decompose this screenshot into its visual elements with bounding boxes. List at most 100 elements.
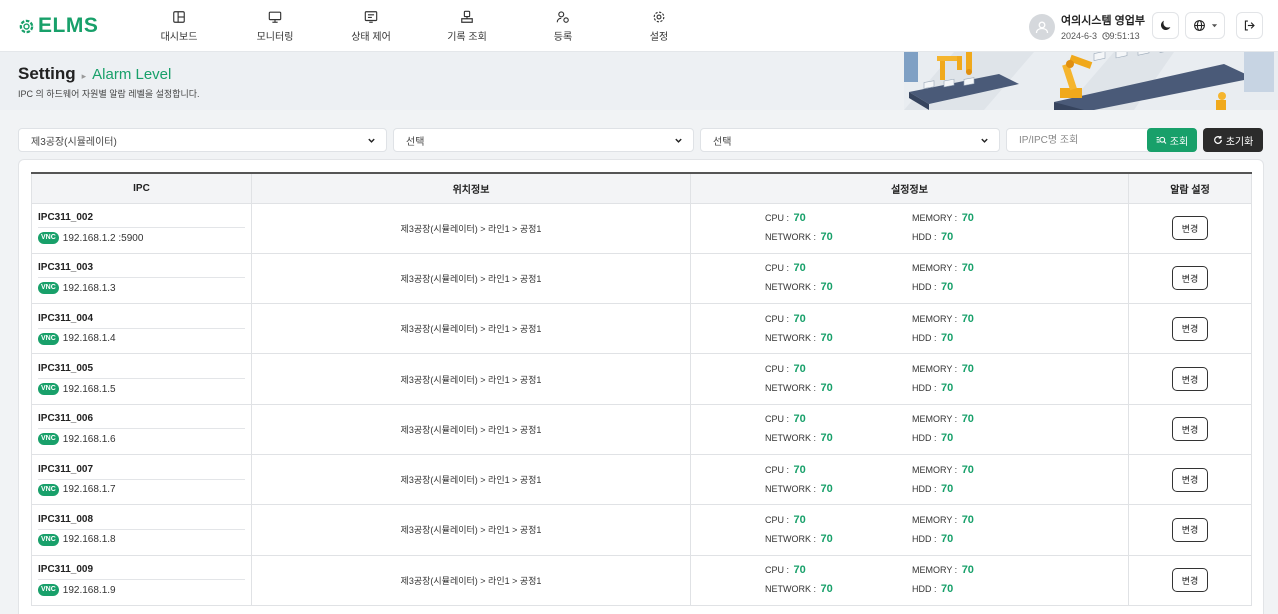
ipc-name: IPC311_002 [38,212,245,229]
ipc-ip: 192.168.1.5 [62,383,116,395]
search-button-label: 조회 [1169,136,1189,148]
vnc-badge[interactable]: VNC [38,533,59,546]
nav-settings[interactable]: 설정 [611,0,707,52]
table-row: IPC311_002 VNC 192.168.1.2 :5900 제3공장(시뮬… [31,202,1252,254]
change-button[interactable]: 변경 [1172,517,1208,542]
cpu-value: 70 [793,463,806,476]
cpu-label: CPU : [765,213,792,224]
hdd-setting: HDD : 70 [912,231,953,243]
logo-text: ELMS [38,14,99,37]
vnc-badge[interactable]: VNC [38,483,59,496]
language-button[interactable] [1185,12,1225,39]
nav-status-control[interactable]: 상태 제어 [323,0,419,52]
memory-value: 70 [961,212,974,225]
settings-grid: CPU : 70 MEMORY : 70 NETWORK : 70 HDD : … [691,460,1128,500]
vnc-badge[interactable]: VNC [38,282,59,295]
breadcrumb: Setting ▸ Alarm Level [18,64,171,84]
network-setting: NETWORK : 70 [765,533,833,545]
reset-button[interactable]: 초기화 [1203,128,1263,152]
hdd-setting: HDD : 70 [912,281,953,293]
settings-cell: CPU : 70 MEMORY : 70 NETWORK : 70 HDD : … [690,504,1129,556]
hdd-value: 70 [941,382,954,395]
logout-button[interactable] [1236,12,1263,39]
vnc-badge[interactable]: VNC [38,584,59,597]
ipc-ip: 192.168.1.9 [62,584,116,596]
change-button[interactable]: 변경 [1172,417,1208,442]
ipc-name: IPC311_005 [38,363,245,380]
nav-label: 설정 [649,31,669,43]
vnc-badge[interactable]: VNC [38,332,59,345]
memory-label: MEMORY : [912,464,960,475]
hdd-value: 70 [941,583,954,596]
network-label: NETWORK : [765,282,819,293]
table-row: IPC311_007 VNC 192.168.1.7 제3공장(시뮬레이터) >… [31,453,1252,506]
refresh-icon [1213,136,1222,144]
memory-setting: MEMORY : 70 [912,313,974,325]
vnc-badge[interactable]: VNC [38,232,59,245]
change-button[interactable]: 변경 [1172,367,1208,392]
ipc-cell: IPC311_005 VNC 192.168.1.5 [31,353,252,405]
search-input[interactable] [1006,128,1159,152]
vnc-badge[interactable]: VNC [38,383,59,396]
alarm-setting-cell: 변경 [1128,453,1252,506]
dark-mode-button[interactable] [1152,12,1179,39]
cpu-value: 70 [793,262,806,275]
hdd-value: 70 [941,231,954,244]
ipc-address: VNC 192.168.1.9 [38,584,245,597]
ipc-name: IPC311_004 [38,313,245,329]
hdd-setting: HDD : 70 [912,533,953,545]
table-row: IPC311_003 VNC 192.168.1.3 제3공장(시뮬레이터) >… [31,252,1252,305]
search-button[interactable]: 조회 [1147,128,1197,152]
location-cell: 제3공장(시뮬레이터) > 라인1 > 공정1 [251,303,691,355]
memory-label: MEMORY : [912,313,960,324]
ipc-cell: IPC311_006 VNC 192.168.1.6 [31,403,252,455]
moon-icon [1160,20,1171,31]
table-row: IPC311_008 VNC 192.168.1.8 제3공장(시뮬레이터) >… [31,504,1252,556]
hdd-value: 70 [941,432,954,445]
network-value: 70 [820,583,833,596]
vnc-badge[interactable]: VNC [38,433,59,446]
elms-logo[interactable]: ELMS [18,13,98,39]
ipc-cell: IPC311_007 VNC 192.168.1.7 [31,453,252,506]
cpu-setting: CPU : 70 [765,212,806,224]
ipc-address: VNC 192.168.1.8 [38,533,245,546]
page-banner: Setting ▸ Alarm Level IPC 의 하드웨어 자원별 알람 … [0,52,1278,110]
factory-select[interactable]: 제3공장(시뮬레이터) [18,128,387,152]
cpu-value: 70 [793,564,806,577]
memory-value: 70 [961,312,974,325]
cpu-label: CPU : [765,514,792,525]
line-select[interactable]: 선택 [393,128,694,152]
change-button[interactable]: 변경 [1172,467,1208,492]
ipc-address: VNC 192.168.1.7 [38,483,245,496]
nav-records[interactable]: 기록 조회 [419,0,515,52]
network-value: 70 [820,281,833,294]
change-button[interactable]: 변경 [1172,216,1208,241]
ipc-address: VNC 192.168.1.4 [38,332,245,345]
hdd-value: 70 [941,331,954,344]
globe-icon [1193,20,1205,31]
change-button[interactable]: 변경 [1172,266,1208,291]
nav-monitoring[interactable]: 모니터링 [227,0,323,52]
process-select[interactable]: 선택 [700,128,1000,152]
user-info[interactable]: 여의시스템 영업부 2024-6-3 9:51:13 [1029,12,1145,41]
logout-icon [1244,20,1255,31]
ipc-address: VNC 192.168.1.6 [38,433,245,446]
settings-grid: CPU : 70 MEMORY : 70 NETWORK : 70 HDD : … [691,258,1128,298]
settings-cell: CPU : 70 MEMORY : 70 NETWORK : 70 HDD : … [690,554,1129,606]
line-select-value: 선택 [406,136,425,148]
hdd-label: HDD : [912,584,939,595]
hdd-setting: HDD : 70 [912,332,953,344]
alarm-table-card: IPC 위치정보 설정정보 알람 설정 IPC311_002 VNC 192.1… [18,159,1264,614]
network-label: NETWORK : [765,332,819,343]
nav-dashboard[interactable]: 대시보드 [131,0,227,52]
ipc-cell: IPC311_004 VNC 192.168.1.4 [31,303,252,355]
change-button[interactable]: 변경 [1172,568,1208,593]
settings-grid: CPU : 70 MEMORY : 70 NETWORK : 70 HDD : … [691,309,1128,349]
network-value: 70 [820,382,833,395]
header-alarm-setting: 알람 설정 [1128,172,1252,204]
change-button[interactable]: 변경 [1172,316,1208,341]
nav-register[interactable]: 등록 [515,0,611,52]
chevron-down-icon [368,138,375,143]
memory-setting: MEMORY : 70 [912,262,974,274]
network-value: 70 [820,432,833,445]
